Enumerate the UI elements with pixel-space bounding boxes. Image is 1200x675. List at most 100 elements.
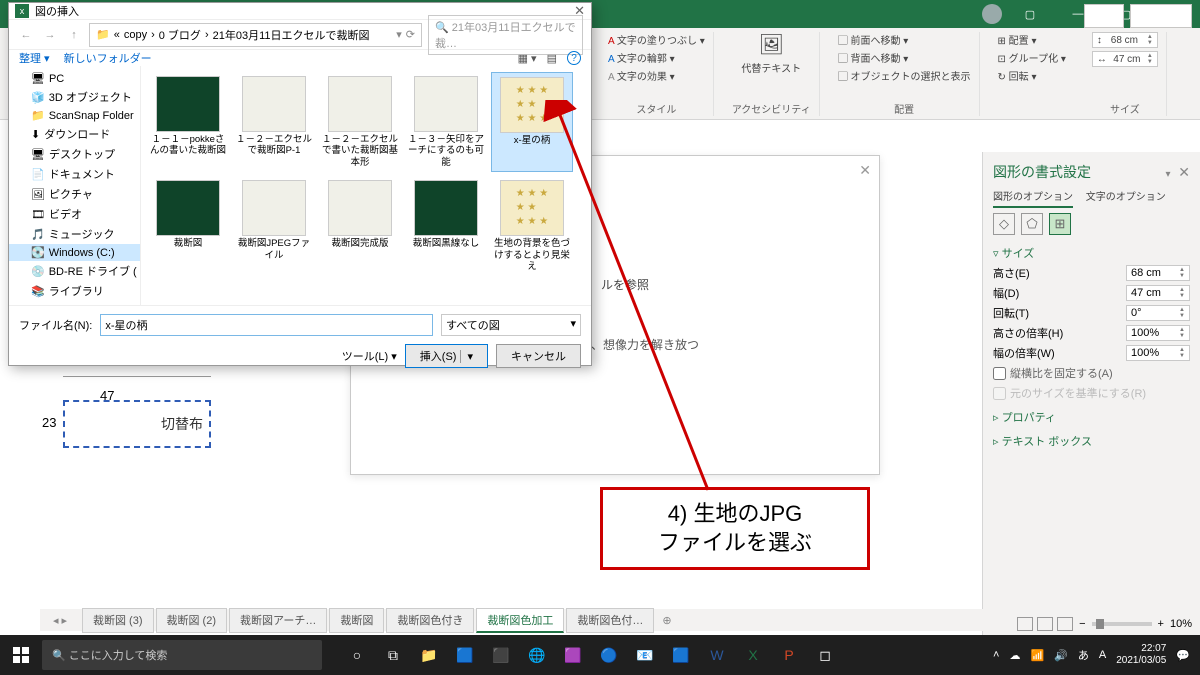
- sheet-tab[interactable]: 裁断図色付き: [386, 608, 474, 633]
- shape-width-input[interactable]: ↔47 cm▲▼: [1092, 51, 1158, 67]
- avatar[interactable]: [982, 4, 1002, 24]
- insert-button[interactable]: 挿入(S)▾: [405, 344, 488, 368]
- comment-button[interactable]: コメント: [1130, 4, 1192, 28]
- zoom-slider[interactable]: [1092, 622, 1152, 626]
- tree-item[interactable]: 🎞ビデオ: [9, 204, 140, 224]
- cortana-icon[interactable]: ○: [342, 640, 372, 670]
- panel-close-icon[interactable]: ✕: [1178, 164, 1190, 180]
- file-grid[interactable]: １－１－pokkeさんの書いた裁断図１－２－エクセルで裁断図P-1１－２－エクセ…: [141, 66, 591, 305]
- zoom-value[interactable]: 10%: [1170, 618, 1192, 630]
- tab-shape-options[interactable]: 図形のオプション: [993, 192, 1073, 208]
- app-icon[interactable]: 🟦: [666, 640, 696, 670]
- tray-icon[interactable]: 📶: [1030, 649, 1044, 662]
- rotation-input[interactable]: 0°▲▼: [1126, 305, 1190, 321]
- sheet-tab[interactable]: 裁断図色加工: [476, 608, 564, 633]
- wscale-input[interactable]: 100%▲▼: [1126, 345, 1190, 361]
- tree-item[interactable]: 📚ライブラリ: [9, 281, 140, 301]
- excel-taskbar-icon[interactable]: X: [738, 640, 768, 670]
- shape-kirikae[interactable]: 切替布: [63, 400, 211, 448]
- effects-icon[interactable]: ⬠: [1021, 213, 1043, 235]
- tray-ime-icon[interactable]: あ: [1078, 647, 1089, 663]
- organize-button[interactable]: 整理 ▾: [19, 50, 50, 66]
- hscale-input[interactable]: 100%▲▼: [1126, 325, 1190, 341]
- view-thumbnails-icon[interactable]: ▦ ▾: [518, 52, 537, 65]
- refresh-icon[interactable]: ⟳: [406, 28, 415, 41]
- word-icon[interactable]: W: [702, 640, 732, 670]
- sheet-nav-icon[interactable]: ◂ ▸: [40, 614, 80, 627]
- tree-item[interactable]: 📁ScanSnap Folder: [9, 107, 140, 124]
- taskbar-search-input[interactable]: 🔍 ここに入力して検索: [42, 640, 322, 670]
- powerpoint-icon[interactable]: P: [774, 640, 804, 670]
- search-input[interactable]: 🔍 21年03月11日エクセルで裁…: [428, 15, 583, 55]
- tray-volume-icon[interactable]: 🔊: [1054, 649, 1068, 662]
- shape-height-input[interactable]: ↕68 cm▲▼: [1092, 32, 1158, 48]
- group-button[interactable]: ⊡ グループ化 ▾: [998, 50, 1066, 65]
- preview-pane-icon[interactable]: ▤: [547, 52, 557, 65]
- sheet-tab[interactable]: 裁断図: [329, 608, 384, 633]
- nav-forward-icon[interactable]: →: [41, 29, 59, 41]
- sheet-tab[interactable]: 裁断図 (3): [82, 608, 154, 633]
- app-icon[interactable]: 📧: [630, 640, 660, 670]
- sheet-tab[interactable]: 裁断図アーチ…: [229, 608, 327, 633]
- align-button[interactable]: ⊞ 配置 ▾: [998, 32, 1037, 47]
- tray-chevron-icon[interactable]: ˄: [993, 649, 999, 661]
- file-item[interactable]: 裁断図完成版: [319, 176, 401, 276]
- app-icon[interactable]: 🔵: [594, 640, 624, 670]
- tree-item[interactable]: 🧊3D オブジェクト: [9, 87, 140, 107]
- tray-icon[interactable]: A: [1099, 649, 1106, 661]
- tree-item[interactable]: 🖥デスクトップ: [9, 144, 140, 164]
- send-backward-button[interactable]: ▢ 背面へ移動 ▾: [838, 50, 909, 65]
- section-size[interactable]: ▿ サイズ: [993, 245, 1190, 261]
- cancel-button[interactable]: キャンセル: [496, 344, 581, 368]
- selection-pane-button[interactable]: ▢ オブジェクトの選択と表示: [838, 68, 971, 83]
- app-icon[interactable]: 🟪: [558, 640, 588, 670]
- alt-text-button[interactable]: 代替テキスト: [741, 60, 801, 75]
- file-item[interactable]: 裁断図JPEGファイル: [233, 176, 315, 276]
- file-filter-select[interactable]: すべての図▾: [441, 314, 581, 336]
- section-textbox[interactable]: ▹ テキスト ボックス: [993, 433, 1190, 449]
- size-properties-icon[interactable]: ⊞: [1049, 213, 1071, 235]
- app-icon[interactable]: ◻: [810, 640, 840, 670]
- tree-item[interactable]: 🖼ピクチャ: [9, 184, 140, 204]
- breadcrumb[interactable]: 📁 « copy› 0 ブログ› 21年03月11日エクセルで裁断図 ▾ ⟳: [89, 23, 422, 47]
- notifications-icon[interactable]: 💬: [1176, 649, 1190, 662]
- bring-forward-button[interactable]: ▢ 前面へ移動 ▾: [838, 32, 909, 47]
- app-icon[interactable]: 🌐: [522, 640, 552, 670]
- sheet-tab[interactable]: 裁断図色付…: [566, 608, 654, 633]
- zoom-out-icon[interactable]: −: [1079, 618, 1085, 630]
- taskbar-clock[interactable]: 22:07 2021/03/05: [1116, 643, 1166, 667]
- folder-tree[interactable]: 🖥PC🧊3D オブジェクト📁ScanSnap Folder⬇ダウンロード🖥デスク…: [9, 66, 141, 305]
- file-item[interactable]: １－１－pokkeさんの書いた裁断図: [147, 72, 229, 172]
- file-item[interactable]: １－３－矢印をアーチにするのも可能: [405, 72, 487, 172]
- section-properties[interactable]: ▹ プロパティ: [993, 409, 1190, 425]
- file-item[interactable]: １－２－エクセルで書いた裁断図基本形: [319, 72, 401, 172]
- width-input[interactable]: 47 cm▲▼: [1126, 285, 1190, 301]
- view-pagelayout-icon[interactable]: [1037, 617, 1053, 631]
- file-item[interactable]: 裁断図黒線なし: [405, 176, 487, 276]
- start-button[interactable]: [0, 635, 42, 675]
- ribbon-options-icon[interactable]: ▢: [1010, 3, 1050, 25]
- file-item[interactable]: x-星の柄: [491, 72, 573, 172]
- app-icon[interactable]: ⬛: [486, 640, 516, 670]
- tree-item[interactable]: 💿BD-RE ドライブ (: [9, 261, 140, 281]
- help-icon[interactable]: ?: [567, 51, 581, 65]
- add-sheet-button[interactable]: ⊕: [656, 612, 677, 629]
- tree-item[interactable]: 🎵ミュージック: [9, 224, 140, 244]
- new-folder-button[interactable]: 新しいフォルダー: [64, 50, 152, 66]
- nav-back-icon[interactable]: ←: [17, 29, 35, 41]
- file-item[interactable]: １－２－エクセルで裁断図P-1: [233, 72, 315, 172]
- explorer-icon[interactable]: 📁: [414, 640, 444, 670]
- tab-text-options[interactable]: 文字のオプション: [1086, 192, 1166, 203]
- share-button[interactable]: 共有: [1084, 4, 1124, 28]
- file-item[interactable]: 裁断図: [147, 176, 229, 276]
- tools-dropdown[interactable]: ツール(L) ▾: [342, 348, 397, 364]
- file-item[interactable]: 生地の背景を色づけするとより見栄え: [491, 176, 573, 276]
- height-input[interactable]: 68 cm▲▼: [1126, 265, 1190, 281]
- zoom-in-icon[interactable]: +: [1158, 618, 1164, 630]
- tree-item[interactable]: 📄ドキュメント: [9, 164, 140, 184]
- fill-line-icon[interactable]: ◇: [993, 213, 1015, 235]
- tree-item[interactable]: 🖥PC: [9, 70, 140, 87]
- text-fill-button[interactable]: A 文字の塗りつぶし ▾: [608, 32, 705, 47]
- sheet-tab[interactable]: 裁断図 (2): [156, 608, 228, 633]
- tree-item[interactable]: 💽Windows (C:): [9, 244, 140, 261]
